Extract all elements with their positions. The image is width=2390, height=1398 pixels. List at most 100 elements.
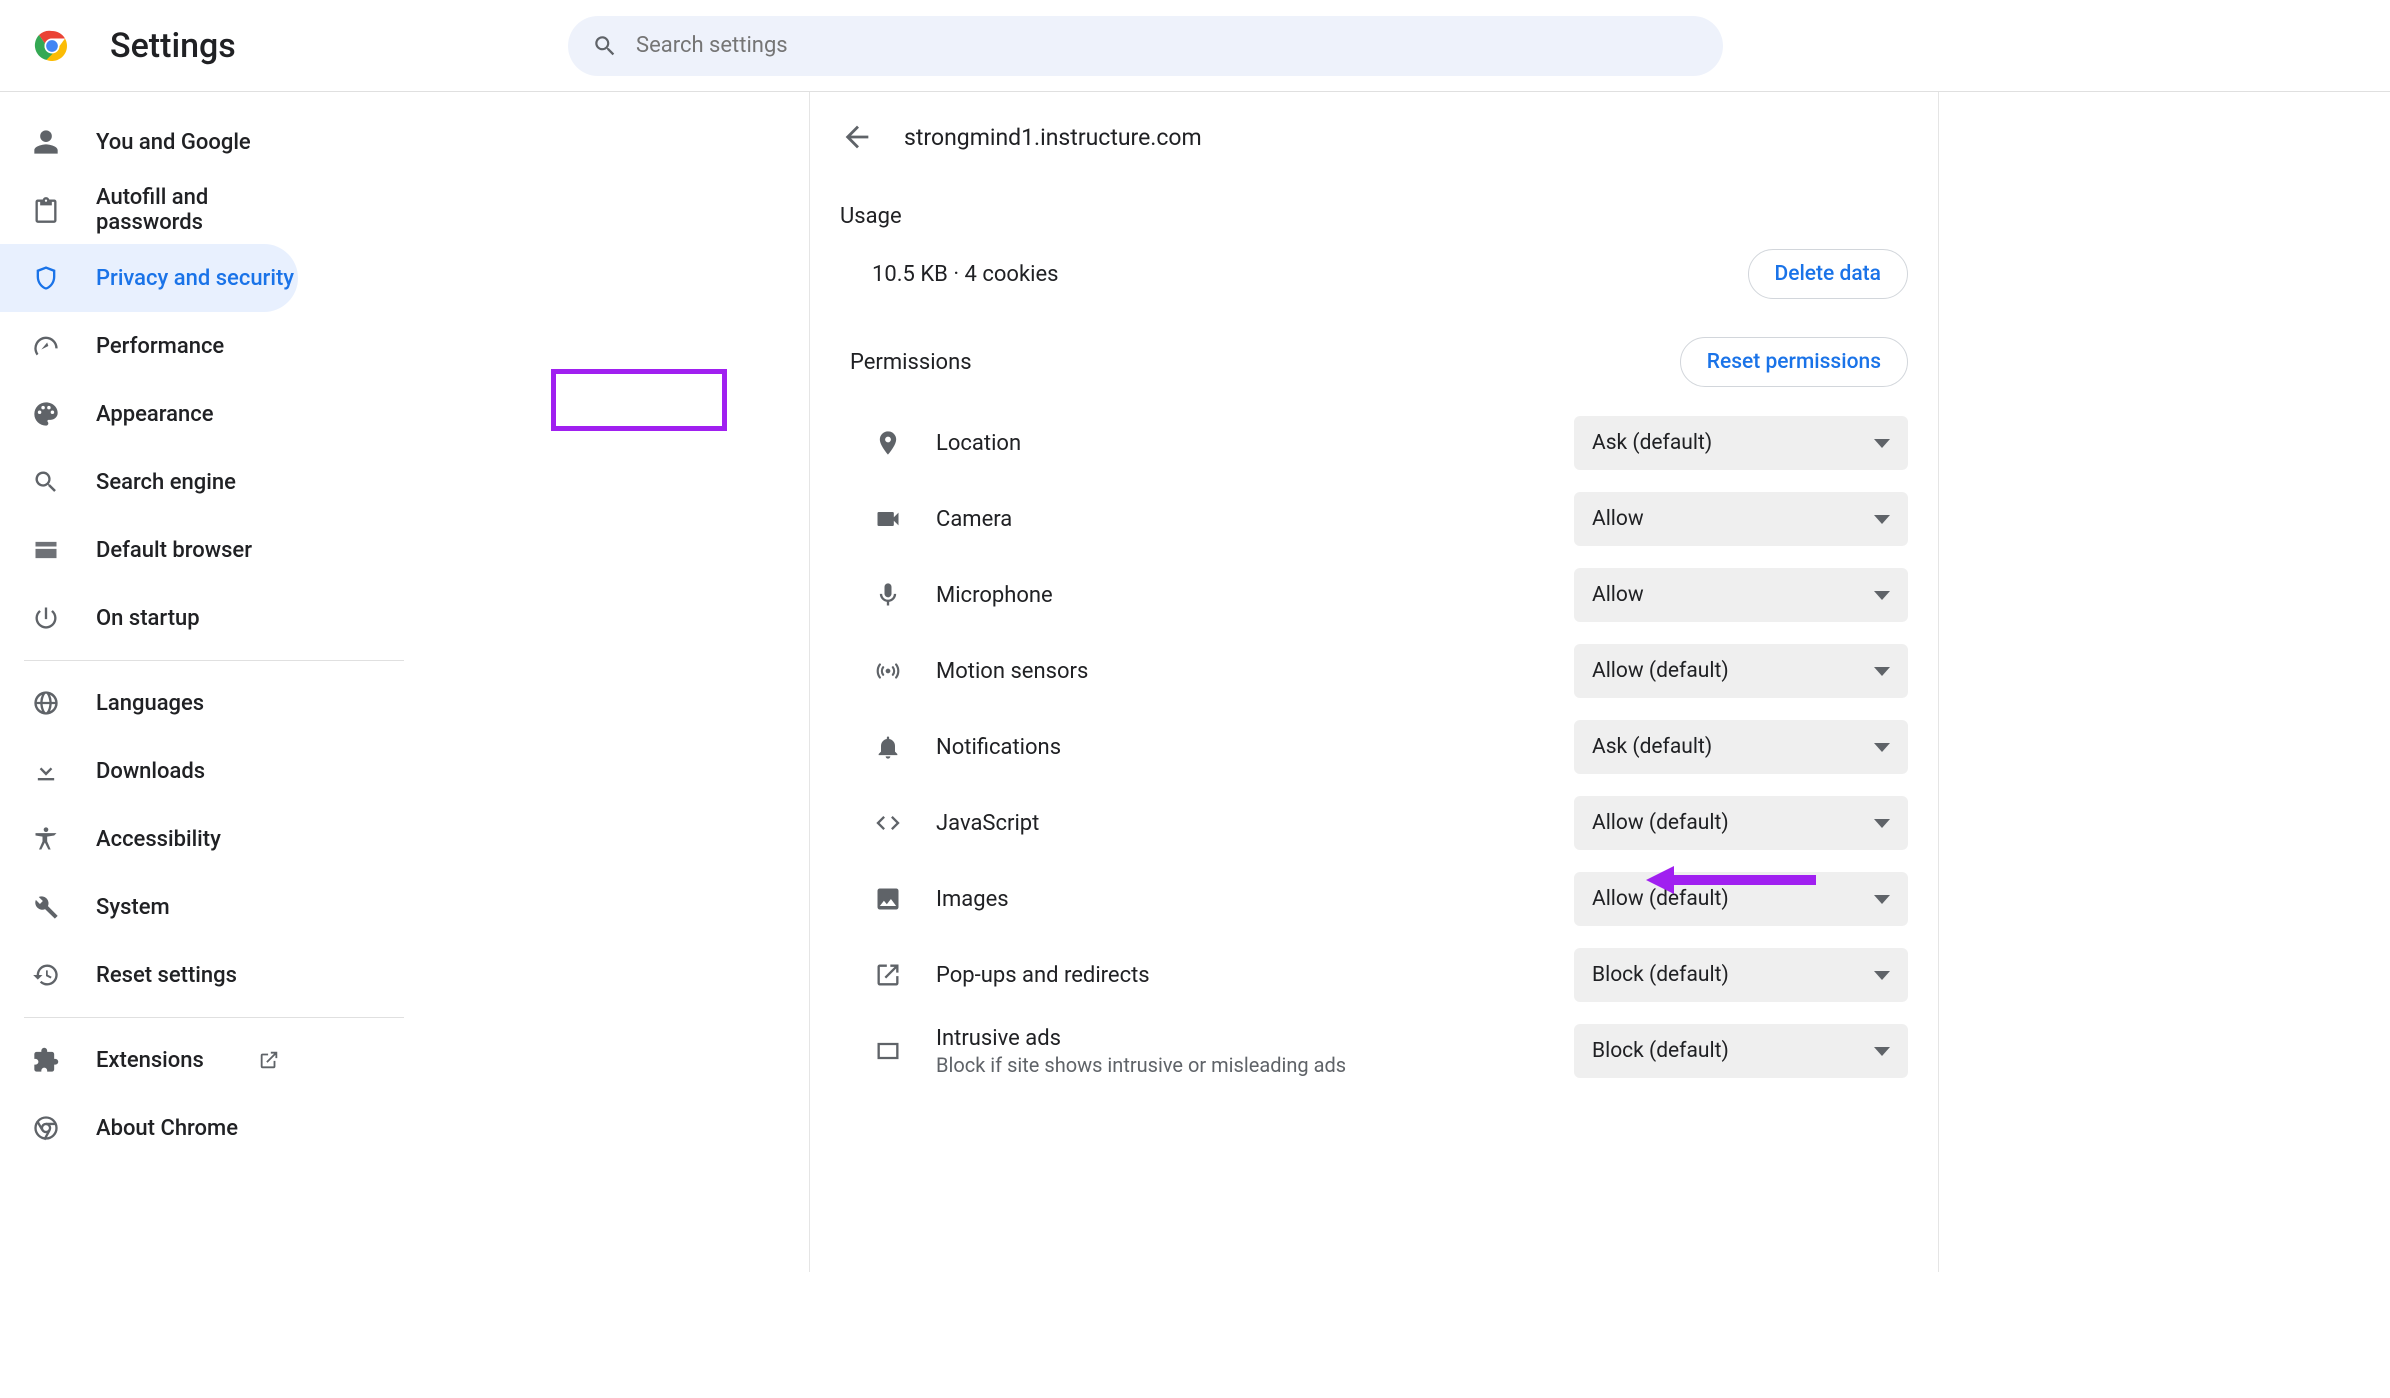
sidebar-item-privacy-security[interactable]: Privacy and security bbox=[0, 244, 298, 312]
sidebar-item-search-engine[interactable]: Search engine bbox=[0, 448, 298, 516]
location-pin-icon bbox=[874, 429, 902, 457]
sidebar-item-on-startup[interactable]: On startup bbox=[0, 584, 298, 652]
search-icon bbox=[592, 33, 618, 59]
permission-select-camera[interactable]: Allow bbox=[1574, 492, 1908, 546]
permission-row-motion-sensors: Motion sensors Allow (default) bbox=[810, 633, 1938, 709]
sidebar-item-label: Default browser bbox=[96, 538, 252, 563]
download-icon bbox=[32, 757, 60, 785]
search-field[interactable] bbox=[568, 16, 1723, 76]
chevron-down-icon bbox=[1874, 515, 1890, 524]
permission-label: Camera bbox=[936, 507, 1012, 532]
chevron-down-icon bbox=[1874, 895, 1890, 904]
sidebar-item-label: Autofill and passwords bbox=[96, 185, 298, 235]
sidebar-item-appearance[interactable]: Appearance bbox=[0, 380, 298, 448]
permission-label: Location bbox=[936, 431, 1021, 456]
permission-select-notifications[interactable]: Ask (default) bbox=[1574, 720, 1908, 774]
sidebar-item-label: Search engine bbox=[96, 470, 236, 495]
app-header: Settings bbox=[0, 0, 2390, 92]
permission-row-location: Location Ask (default) bbox=[810, 405, 1938, 481]
permissions-header: Permissions Reset permissions bbox=[810, 329, 1938, 405]
settings-sidebar: You and Google Autofill and passwords Pr… bbox=[0, 92, 418, 1272]
camera-icon bbox=[874, 505, 902, 533]
motion-sensors-icon bbox=[874, 657, 902, 685]
sidebar-item-default-browser[interactable]: Default browser bbox=[0, 516, 298, 584]
popup-icon bbox=[874, 961, 902, 989]
chevron-down-icon bbox=[1874, 667, 1890, 676]
sidebar-item-label: Extensions bbox=[96, 1048, 204, 1073]
accessibility-icon bbox=[32, 825, 60, 853]
sidebar-item-performance[interactable]: Performance bbox=[0, 312, 298, 380]
sidebar-item-languages[interactable]: Languages bbox=[0, 669, 298, 737]
back-arrow-icon[interactable] bbox=[840, 120, 874, 154]
usage-row: 10.5 KB · 4 cookies Delete data bbox=[810, 249, 1938, 329]
sidebar-item-label: System bbox=[96, 895, 170, 920]
permission-row-images: Images Allow (default) bbox=[810, 861, 1938, 937]
site-host-label: strongmind1.instructure.com bbox=[904, 124, 1202, 151]
bell-icon bbox=[874, 733, 902, 761]
person-icon bbox=[32, 128, 60, 156]
permission-sublabel: Block if site shows intrusive or mislead… bbox=[936, 1053, 1346, 1077]
sidebar-divider bbox=[24, 1017, 404, 1018]
permission-select-motion-sensors[interactable]: Allow (default) bbox=[1574, 644, 1908, 698]
permission-label: Images bbox=[936, 887, 1009, 912]
sidebar-item-label: About Chrome bbox=[96, 1116, 238, 1141]
permission-row-notifications: Notifications Ask (default) bbox=[810, 709, 1938, 785]
sidebar-item-label: Privacy and security bbox=[96, 266, 294, 291]
permission-select-intrusive-ads[interactable]: Block (default) bbox=[1574, 1024, 1908, 1078]
site-settings-panel: strongmind1.instructure.com Usage 10.5 K… bbox=[809, 92, 1939, 1272]
sidebar-item-label: Accessibility bbox=[96, 827, 221, 852]
sidebar-item-label: Downloads bbox=[96, 759, 205, 784]
permissions-section-label: Permissions bbox=[840, 344, 982, 381]
search-input[interactable] bbox=[636, 33, 1699, 58]
sidebar-item-system[interactable]: System bbox=[0, 873, 298, 941]
permission-row-camera: Camera Allow bbox=[810, 481, 1938, 557]
sidebar-item-reset-settings[interactable]: Reset settings bbox=[0, 941, 298, 1009]
panel-header: strongmind1.instructure.com bbox=[810, 112, 1938, 184]
chevron-down-icon bbox=[1874, 591, 1890, 600]
chevron-down-icon bbox=[1874, 971, 1890, 980]
magnifier-icon bbox=[32, 468, 60, 496]
sidebar-item-about-chrome[interactable]: About Chrome bbox=[0, 1094, 298, 1162]
sidebar-item-autofill[interactable]: Autofill and passwords bbox=[0, 176, 298, 244]
header-left: Settings bbox=[0, 26, 540, 66]
code-icon bbox=[874, 809, 902, 837]
sidebar-item-label: On startup bbox=[96, 606, 200, 631]
permission-select-images[interactable]: Allow (default) bbox=[1574, 872, 1908, 926]
sidebar-item-downloads[interactable]: Downloads bbox=[0, 737, 298, 805]
window-icon bbox=[32, 536, 60, 564]
permission-select-microphone[interactable]: Allow bbox=[1574, 568, 1908, 622]
history-icon bbox=[32, 961, 60, 989]
sidebar-item-label: Languages bbox=[96, 691, 204, 716]
permission-select-location[interactable]: Ask (default) bbox=[1574, 416, 1908, 470]
app-title: Settings bbox=[110, 26, 236, 66]
sidebar-item-you-and-google[interactable]: You and Google bbox=[0, 108, 298, 176]
permission-select-popups[interactable]: Block (default) bbox=[1574, 948, 1908, 1002]
chrome-outline-icon bbox=[32, 1114, 60, 1142]
clipboard-icon bbox=[32, 196, 60, 224]
globe-icon bbox=[32, 689, 60, 717]
permission-label: Intrusive ads bbox=[936, 1026, 1346, 1051]
sidebar-item-accessibility[interactable]: Accessibility bbox=[0, 805, 298, 873]
permission-select-javascript[interactable]: Allow (default) bbox=[1574, 796, 1908, 850]
shield-icon bbox=[32, 264, 60, 292]
permission-row-microphone: Microphone Allow bbox=[810, 557, 1938, 633]
permission-row-javascript: JavaScript Allow (default) bbox=[810, 785, 1938, 861]
delete-data-button[interactable]: Delete data bbox=[1748, 249, 1909, 299]
sidebar-item-extensions[interactable]: Extensions bbox=[0, 1026, 298, 1094]
chevron-down-icon bbox=[1874, 743, 1890, 752]
permission-label: JavaScript bbox=[936, 811, 1039, 836]
speedometer-icon bbox=[32, 332, 60, 360]
ads-icon bbox=[874, 1037, 902, 1065]
permission-label: Motion sensors bbox=[936, 659, 1088, 684]
sidebar-item-label: Appearance bbox=[96, 402, 214, 427]
chevron-down-icon bbox=[1874, 1047, 1890, 1056]
reset-permissions-button[interactable]: Reset permissions bbox=[1680, 337, 1908, 387]
palette-icon bbox=[32, 400, 60, 428]
chevron-down-icon bbox=[1874, 819, 1890, 828]
permission-label: Microphone bbox=[936, 583, 1053, 608]
sidebar-item-label: Reset settings bbox=[96, 963, 237, 988]
sidebar-item-label: You and Google bbox=[96, 130, 251, 155]
permission-label: Notifications bbox=[936, 735, 1061, 760]
permission-label: Pop-ups and redirects bbox=[936, 963, 1150, 988]
usage-section-label: Usage bbox=[810, 184, 1938, 249]
